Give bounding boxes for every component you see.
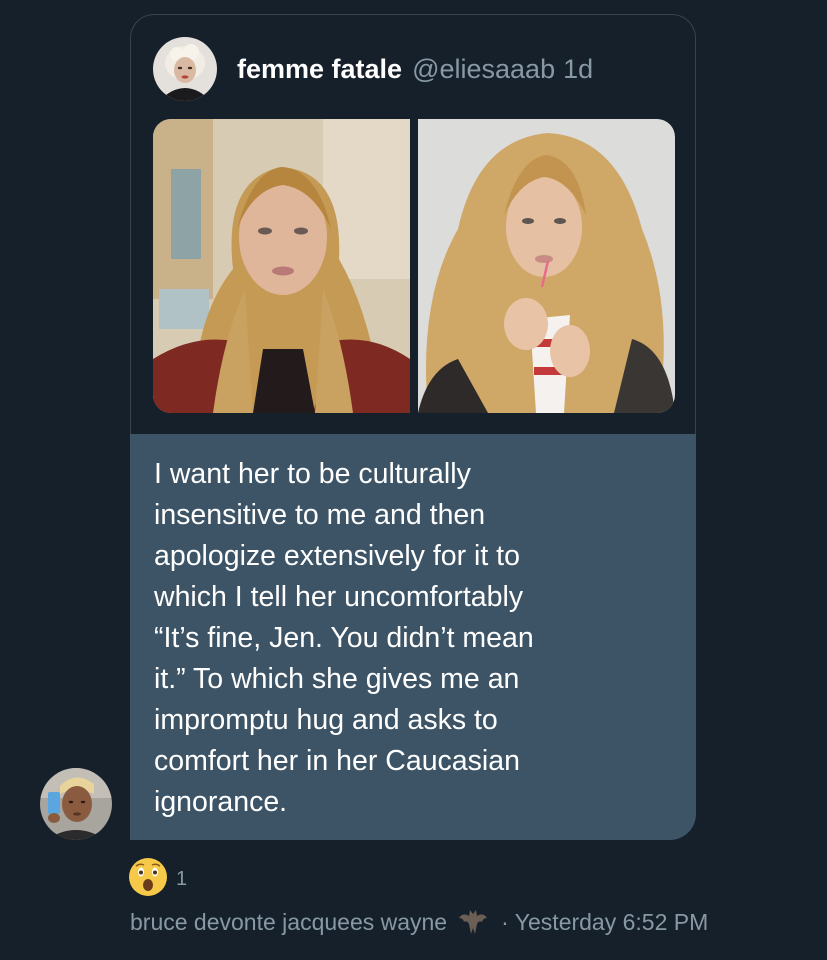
quoted-media-grid — [153, 119, 675, 413]
message-text: I want her to be culturally insensitive … — [154, 458, 534, 818]
quoted-author-handle[interactable]: @eliesaaab — [412, 54, 555, 85]
message-bubble[interactable]: I want her to be culturally insensitive … — [130, 434, 696, 840]
quoted-tweet-header: femme fatale @eliesaaab 1d — [153, 37, 593, 101]
photo-right[interactable] — [418, 119, 675, 413]
message-meta: bruce devonte jacquees wayne · Yesterday… — [130, 908, 708, 936]
message-timestamp: Yesterday 6:52 PM — [514, 908, 709, 935]
astonished-face-icon — [128, 857, 168, 902]
dm-conversation: femme fatale @eliesaaab 1d I want her to… — [0, 0, 827, 960]
reaction-chip[interactable]: 1 — [128, 857, 187, 902]
meta-separator: · — [501, 908, 509, 935]
quoted-author-name[interactable]: femme fatale — [237, 54, 402, 85]
quoted-tweet-card[interactable]: femme fatale @eliesaaab 1d — [130, 14, 696, 434]
sender-avatar[interactable] — [40, 768, 112, 840]
reaction-count: 1 — [176, 868, 188, 890]
bat-icon — [457, 908, 489, 936]
quoted-author-avatar[interactable] — [153, 37, 217, 101]
quoted-tweet-time: 1d — [563, 53, 594, 84]
photo-left[interactable] — [153, 119, 410, 413]
sender-name: bruce devonte jacquees wayne — [130, 908, 448, 935]
